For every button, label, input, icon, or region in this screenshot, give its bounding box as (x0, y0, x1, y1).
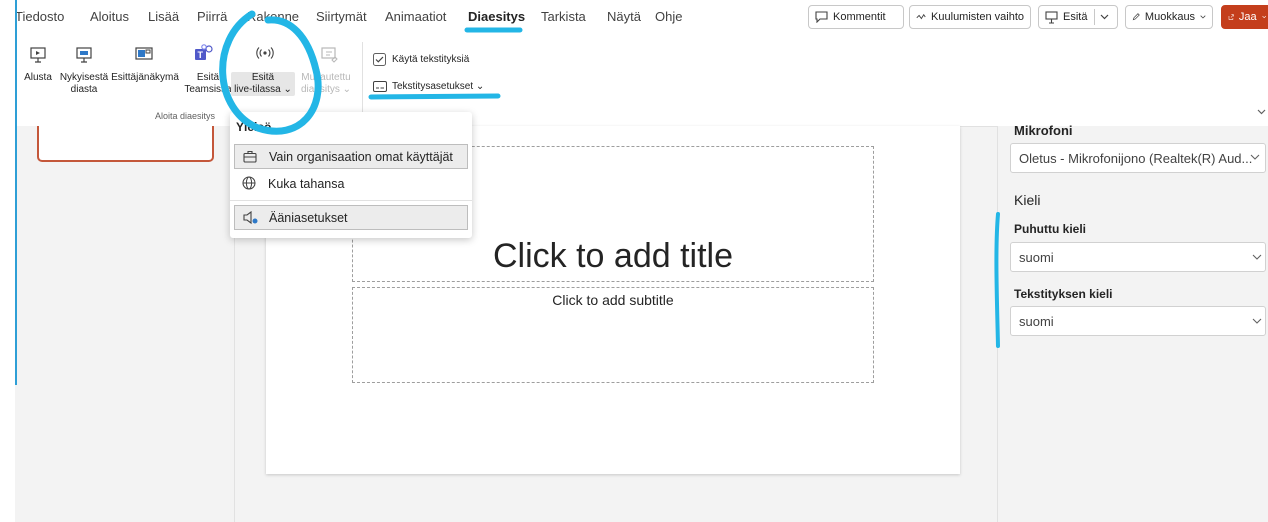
custom-slideshow-button[interactable]: Mukautettu diaesitys ⌄ (295, 72, 357, 96)
tab-diaesitys[interactable]: Diaesitys (468, 9, 525, 24)
language-heading: Kieli (1014, 192, 1041, 208)
share-button[interactable]: Jaa (1221, 5, 1268, 29)
chevron-down-icon (1250, 154, 1260, 160)
present-teams-label-1: Esitä (196, 72, 220, 83)
menu-item-label: Ääniasetukset (269, 210, 348, 225)
tab-siirtymat[interactable]: Siirtymät (316, 9, 367, 24)
subtitle-placeholder[interactable]: Click to add subtitle (352, 287, 874, 383)
tab-piirra[interactable]: Piirrä (197, 9, 227, 24)
split-divider (1094, 9, 1096, 25)
subtitle-language-value: suomi (1019, 313, 1054, 329)
start-from-beginning-icon (30, 47, 46, 63)
from-current-slide-icon (76, 47, 92, 63)
tab-tarkista[interactable]: Tarkista (541, 9, 586, 24)
checkbox-icon[interactable] (373, 53, 386, 66)
present-label: Esitä (1063, 11, 1088, 23)
subtitle-placeholder-text: Click to add subtitle (552, 292, 674, 308)
spoken-language-select[interactable]: suomi (1010, 242, 1266, 272)
chevron-down-icon (1252, 318, 1262, 324)
slide-thumbnail-selected[interactable] (37, 126, 214, 162)
tab-nayta[interactable]: Näytä (607, 9, 641, 24)
editing-mode-button[interactable]: Muokkaus (1125, 5, 1213, 29)
chevron-down-icon (1261, 15, 1266, 19)
from-current-label-1: Nykyisestä (59, 72, 109, 83)
comments-button[interactable]: Kommentit (808, 5, 904, 29)
subtitle-language-label: Tekstityksen kieli (1014, 287, 1113, 301)
use-subtitles-checkbox[interactable]: Käytä tekstityksiä (392, 54, 469, 66)
annotation-left-edge-line (15, 0, 17, 385)
tab-aloitus[interactable]: Aloitus (90, 9, 129, 24)
audience-dropdown-menu: Yleisö Vain organisaation omat käyttäjät… (230, 112, 472, 238)
spoken-language-label: Puhuttu kieli (1014, 222, 1086, 236)
chevron-down-icon[interactable] (1100, 14, 1109, 20)
present-button[interactable]: Esitä (1038, 5, 1118, 29)
activity-icon (916, 13, 926, 20)
ribbon-collapse-chevron-icon[interactable] (1257, 109, 1266, 115)
share-icon (1228, 14, 1234, 20)
teams-icon: T (195, 44, 213, 60)
subtitle-language-select[interactable]: suomi (1010, 306, 1266, 336)
briefcase-icon (243, 150, 257, 163)
present-in-teams-button[interactable]: Esitä Teamsissa (183, 72, 233, 96)
from-current-slide-button[interactable]: Nykyisestä diasta (57, 72, 111, 96)
catchup-button[interactable]: Kuulumisten vaihto (909, 5, 1031, 29)
catchup-label: Kuulumisten vaihto (931, 11, 1024, 23)
chevron-down-icon (1200, 15, 1206, 19)
subtitles-icon (373, 81, 387, 92)
edit-label: Muokkaus (1144, 11, 1196, 23)
present-icon (1045, 10, 1058, 24)
menu-item-audio-settings[interactable]: Ääniasetukset (234, 205, 468, 230)
microphone-select[interactable]: Oletus - Mikrofonijono (Realtek(R) Aud..… (1010, 143, 1266, 173)
presenter-view-icon (135, 47, 153, 60)
group-label-start-slideshow: Aloita diaesitys (155, 111, 216, 121)
dropdown-divider (230, 200, 472, 201)
tab-lisaa[interactable]: Lisää (148, 9, 179, 24)
menu-item-organization-only[interactable]: Vain organisaation omat käyttäjät (234, 144, 468, 169)
ribbon-slideshow: Alusta Nykyisestä diasta Esittäjänäkymä … (15, 36, 1268, 127)
tab-rakenne[interactable]: Rakenne (247, 9, 299, 24)
dropdown-header: Yleisö (236, 120, 272, 134)
menu-item-label: Kuka tahansa (268, 176, 345, 191)
subtitle-settings-button[interactable]: Tekstitysasetukset ⌄ (392, 81, 484, 93)
tab-tiedosto[interactable]: Tiedosto (15, 9, 64, 24)
tab-animaatiot[interactable]: Animaatiot (385, 9, 446, 24)
title-placeholder-text: Click to add title (493, 237, 733, 275)
custom-show-label-1: Mukautettu (301, 72, 351, 83)
present-teams-label-2: Teamsissa (184, 84, 232, 95)
slide-thumbnails-pane (15, 126, 235, 522)
microphone-value: Oletus - Mikrofonijono (Realtek(R) Aud..… (1019, 150, 1253, 166)
chevron-down-icon (1252, 254, 1262, 260)
menu-bar: Tiedosto Aloitus Lisää Piirrä Rakenne Si… (15, 0, 1268, 36)
menu-item-label: Vain organisaation omat käyttäjät (269, 149, 453, 164)
globe-icon (242, 176, 256, 190)
svg-text:T: T (198, 50, 204, 60)
comments-label: Kommentit (833, 11, 886, 23)
from-current-label-2: diasta (70, 84, 98, 95)
present-live-label-2: live-tilassa ⌄ (234, 84, 292, 95)
custom-slideshow-icon (321, 47, 338, 63)
start-from-beginning-button[interactable]: Alusta (22, 72, 54, 84)
menu-item-anyone[interactable]: Kuka tahansa (234, 171, 468, 196)
presenter-view-button[interactable]: Esittäjänäkymä (111, 72, 179, 84)
present-live-button[interactable]: Esitä live-tilassa ⌄ (231, 72, 295, 96)
pencil-icon (1132, 13, 1140, 21)
share-label: Jaa (1238, 11, 1257, 23)
present-live-label-1: Esitä (251, 72, 275, 83)
microphone-label: Mikrofoni (1014, 123, 1073, 138)
spoken-language-value: suomi (1019, 249, 1054, 265)
broadcast-icon (256, 47, 274, 59)
tab-ohje[interactable]: Ohje (655, 9, 682, 24)
comment-icon (815, 11, 828, 23)
audio-settings-icon (243, 211, 258, 225)
group-separator (362, 42, 363, 120)
live-presentation-panel: Mikrofoni Oletus - Mikrofonijono (Realte… (997, 123, 1268, 522)
custom-show-label-2: diaesitys ⌄ (300, 84, 352, 95)
